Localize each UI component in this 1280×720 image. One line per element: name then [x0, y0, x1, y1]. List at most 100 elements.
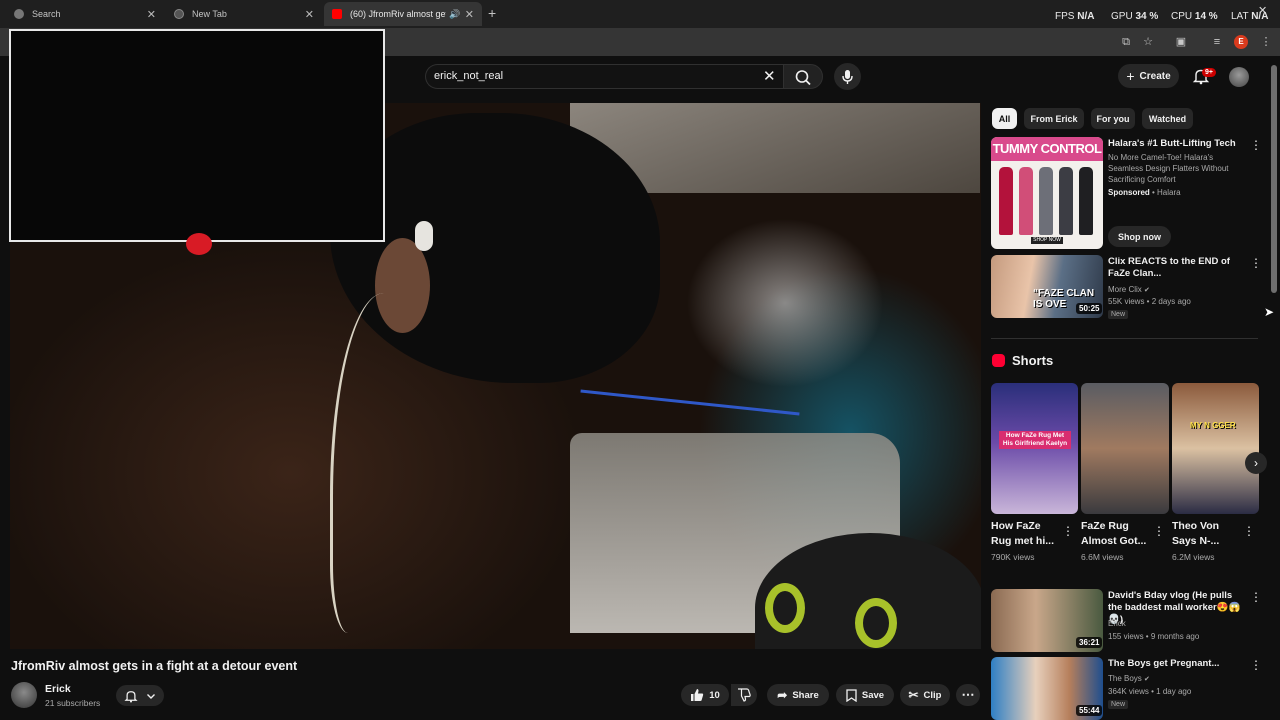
voice-search-button[interactable]	[834, 63, 861, 90]
short-views: 6.2M views	[1172, 552, 1215, 562]
short-title[interactable]: Theo Von Says N-...	[1172, 519, 1240, 549]
more-options-icon[interactable]: ⋮	[1250, 256, 1262, 270]
tab-title: (60) JfromRiv almost gets in	[350, 9, 446, 19]
more-options-icon[interactable]: ⋮	[1250, 138, 1262, 152]
more-options-icon[interactable]: ⋮	[1062, 524, 1074, 538]
search-input[interactable]: erick_not_real	[434, 70, 503, 82]
shop-now-button[interactable]: Shop now	[1108, 226, 1171, 247]
video-meta: 364K views • 1 day ago	[1108, 687, 1192, 696]
scissors-icon: ✂	[908, 688, 919, 702]
search-icon	[795, 70, 811, 86]
shorts-next-arrow-icon[interactable]: ›	[1245, 452, 1267, 474]
tab-youtube-video[interactable]: (60) JfromRiv almost gets in 🔊 ✕	[324, 2, 482, 26]
save-button[interactable]: Save	[836, 684, 894, 706]
chip-all[interactable]: All	[992, 108, 1017, 129]
close-tab-icon[interactable]: ✕	[465, 8, 474, 21]
short-thumbnail-text: How FaZe Rug Met His Girlfriend Kaelyn	[999, 431, 1071, 449]
short-thumbnail[interactable]	[1081, 383, 1169, 514]
more-options-icon[interactable]: ⋮	[1153, 524, 1165, 538]
short-thumbnail[interactable]: How FaZe Rug Met His Girlfriend Kaelyn	[991, 383, 1078, 514]
video-meta: 155 views • 9 months ago	[1108, 632, 1200, 641]
new-badge: New	[1108, 700, 1129, 709]
plus-icon: +	[1126, 68, 1135, 84]
search-favicon-icon	[14, 9, 24, 19]
ad-description: No More Camel-Toe! Halara's Seamless Des…	[1108, 153, 1229, 184]
thumbs-up-icon	[691, 689, 704, 701]
window-close-icon[interactable]: ✕	[1258, 4, 1267, 17]
leggings-image	[1019, 167, 1033, 235]
clip-button[interactable]: ✂ Clip	[900, 684, 950, 706]
side-panel-icon[interactable]: ▣	[1174, 35, 1188, 49]
video-duration: 36:21	[1076, 637, 1103, 648]
subscriber-count: 21 subscribers	[45, 698, 101, 708]
clear-search-icon[interactable]: ✕	[763, 67, 776, 85]
create-button[interactable]: + Create	[1118, 64, 1179, 88]
like-button[interactable]: 10	[681, 684, 729, 706]
search-button[interactable]	[783, 64, 823, 89]
new-badge: New	[1108, 310, 1129, 319]
short-title[interactable]: How FaZe Rug met hi...	[991, 519, 1059, 549]
page-scrollbar[interactable]	[1271, 65, 1277, 293]
video-frame-earbud	[415, 221, 433, 251]
leggings-image	[1059, 167, 1073, 235]
microphone-icon	[842, 70, 853, 84]
video-meta: 55K views • 2 days ago	[1108, 297, 1191, 306]
mouse-cursor-icon: ➤	[1264, 305, 1275, 319]
subscription-notifications-button[interactable]	[116, 685, 164, 706]
ad-title[interactable]: Halara's #1 Butt-Lifting Tech	[1108, 138, 1248, 150]
fps-stat: FPS N/A	[1055, 11, 1095, 22]
video-duration: 55:44	[1076, 705, 1103, 716]
new-tab-button[interactable]: +	[488, 5, 496, 21]
account-avatar[interactable]	[1229, 67, 1249, 87]
channel-name[interactable]: Erick	[1108, 618, 1126, 629]
video-duration: 50:25	[1076, 303, 1103, 314]
more-options-icon[interactable]: ⋮	[1250, 658, 1262, 672]
verified-icon: ✔	[1144, 287, 1150, 294]
channel-name[interactable]: The Boys ✔	[1108, 673, 1150, 685]
globe-icon	[174, 9, 184, 19]
video-title-link[interactable]: David's Bday vlog (He pulls the baddest …	[1108, 590, 1248, 626]
channel-name[interactable]: Erick	[45, 683, 71, 695]
leggings-image	[1079, 167, 1093, 235]
share-arrow-icon: ➦	[777, 688, 788, 702]
bookmark-star-icon[interactable]: ☆	[1141, 35, 1155, 49]
bell-icon	[124, 690, 138, 702]
video-title: JfromRiv almost gets in a fight at a det…	[11, 659, 298, 673]
gpu-stat: GPU 34 %	[1111, 11, 1159, 22]
section-divider	[991, 338, 1258, 339]
create-label: Create	[1139, 70, 1171, 82]
close-tab-icon[interactable]: ✕	[147, 8, 156, 21]
media-controls-icon[interactable]: ≡	[1210, 35, 1224, 49]
audio-playing-icon[interactable]: 🔊	[449, 9, 460, 20]
install-app-icon[interactable]: ⧉	[1119, 35, 1133, 49]
video-title-link[interactable]: The Boys get Pregnant...	[1108, 658, 1248, 670]
chip-for-you[interactable]: For you	[1091, 108, 1135, 129]
chip-watched[interactable]: Watched	[1142, 108, 1193, 129]
tab-new-tab[interactable]: New Tab ✕	[166, 2, 322, 26]
short-thumbnail[interactable]: MY N GGER	[1172, 383, 1259, 514]
picture-in-picture-overlay[interactable]	[9, 29, 385, 242]
short-title[interactable]: FaZe Rug Almost Got...	[1081, 519, 1149, 549]
save-label: Save	[861, 689, 885, 701]
more-options-icon[interactable]: ⋮	[1243, 524, 1255, 538]
ad-sponsored-line: Sponsored • Halara	[1108, 188, 1181, 197]
dislike-button[interactable]	[731, 684, 757, 706]
more-options-icon[interactable]: ⋮	[1250, 590, 1262, 604]
share-button[interactable]: ➦ Share	[767, 684, 829, 706]
chip-from-erick[interactable]: From Erick	[1024, 108, 1084, 129]
ad-thumbnail[interactable]: TUMMY CONTROL SHOP NOW	[991, 137, 1103, 249]
profile-avatar[interactable]: E	[1234, 35, 1248, 49]
close-tab-icon[interactable]: ✕	[305, 8, 314, 21]
more-actions-button[interactable]: ⋯	[956, 684, 980, 706]
short-views: 790K views	[991, 552, 1035, 562]
tab-search[interactable]: Search ✕	[6, 2, 164, 26]
video-frame-cap-graphic	[765, 583, 805, 633]
leggings-image	[999, 167, 1013, 235]
ad-shop-now-graphic: SHOP NOW	[1031, 237, 1063, 244]
channel-avatar[interactable]	[11, 682, 37, 708]
channel-name[interactable]: More Clix ✔	[1108, 284, 1150, 296]
browser-menu-icon[interactable]: ⋮	[1259, 35, 1273, 49]
video-title-link[interactable]: Clix REACTS to the END of FaZe Clan...	[1108, 256, 1248, 280]
like-count: 10	[709, 689, 720, 701]
video-frame-light	[580, 389, 800, 416]
